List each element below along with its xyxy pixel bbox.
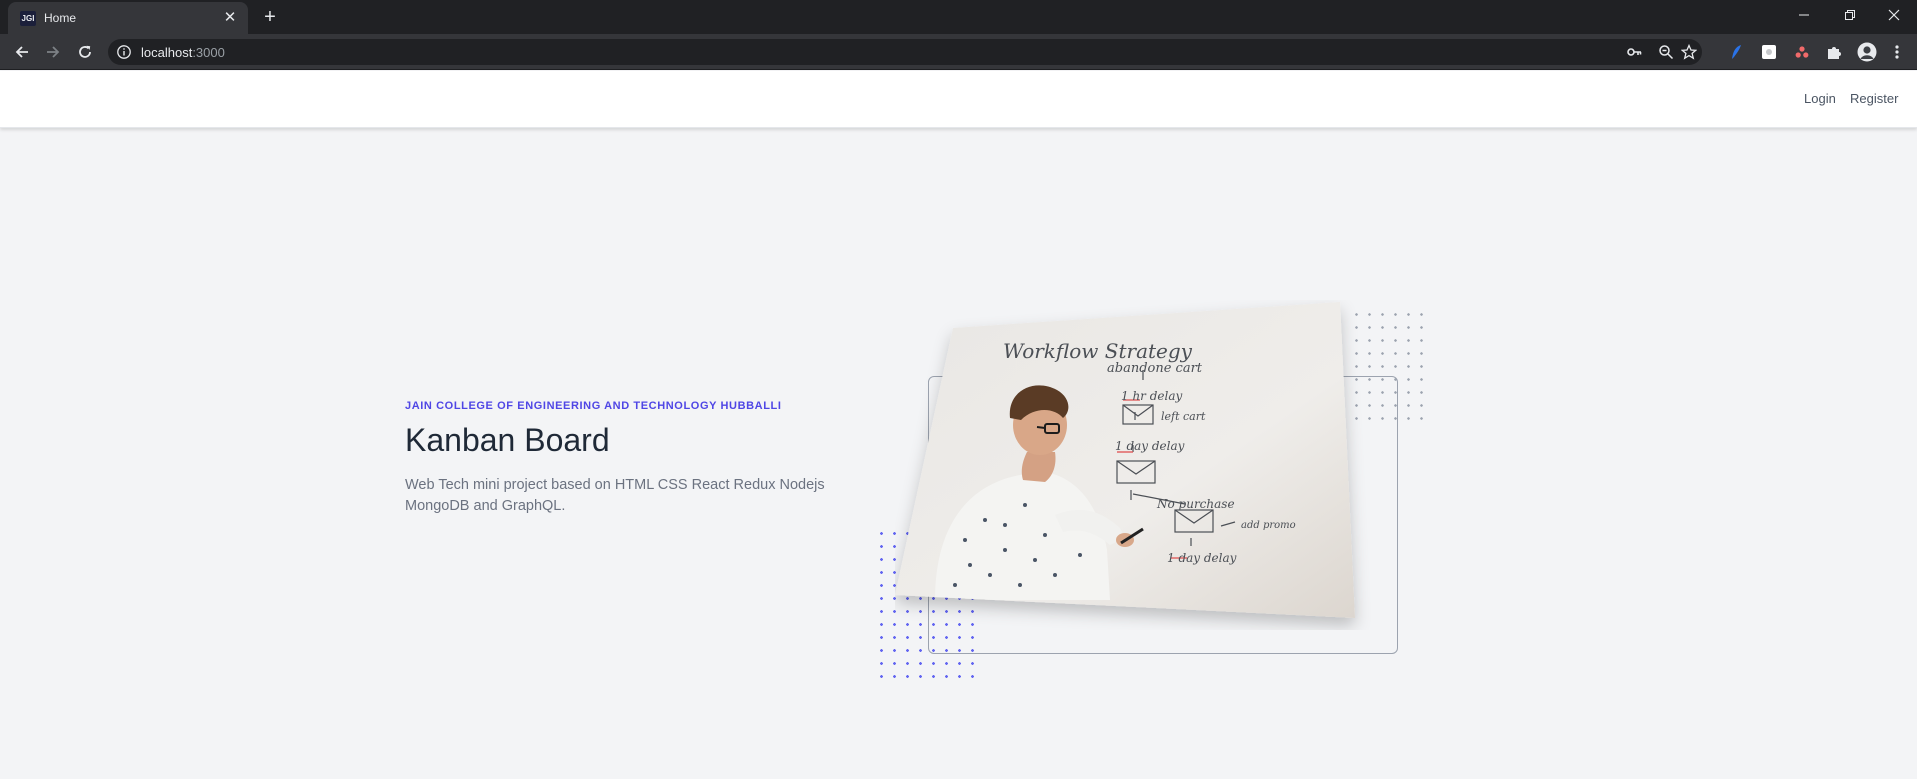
site-info-icon[interactable]: [116, 44, 132, 65]
login-link[interactable]: Login: [1804, 91, 1836, 106]
wb-step-1: abandone cart: [1107, 361, 1203, 376]
wb-step-2: 1 hr delay: [1121, 389, 1183, 403]
bookmark-star-icon[interactable]: [1680, 43, 1698, 61]
whiteboard-photo: Workflow Strategy abandone cart 1 hr del…: [895, 300, 1375, 630]
wb-step-5: No purchase: [1156, 497, 1235, 511]
extension-dots-icon[interactable]: [1792, 42, 1812, 62]
minimize-icon[interactable]: [1781, 0, 1827, 30]
hero-section: JAIN COLLEGE OF ENGINEERING AND TECHNOLO…: [405, 400, 835, 517]
restore-icon[interactable]: [1827, 0, 1873, 30]
key-icon[interactable]: [1625, 43, 1643, 61]
address-bar[interactable]: localhost:3000: [108, 39, 1702, 65]
wb-step-3: left cart: [1161, 410, 1206, 423]
hero-title: Kanban Board: [405, 422, 610, 458]
extension-square-icon[interactable]: [1759, 42, 1779, 62]
hero-illustration: Workflow Strategy abandone cart 1 hr del…: [870, 300, 1432, 690]
browser-tab-bar: JGI Home ✕ +: [0, 0, 1917, 34]
zoom-icon[interactable]: [1657, 43, 1675, 61]
wb-step-7: 1 day delay: [1167, 551, 1237, 565]
hero-eyebrow: JAIN COLLEGE OF ENGINEERING AND TECHNOLO…: [405, 400, 782, 412]
new-tab-icon[interactable]: +: [258, 5, 282, 29]
browser-tab[interactable]: JGI Home ✕: [8, 2, 248, 34]
wb-step-6: add promo: [1241, 520, 1296, 531]
tab-favicon: JGI: [20, 11, 36, 26]
site-navbar: Login Register: [0, 71, 1917, 128]
tab-close-icon[interactable]: ✕: [220, 8, 240, 28]
wb-step-4: 1 day delay: [1115, 439, 1185, 453]
browser-toolbar: localhost:3000: [0, 34, 1917, 70]
extensions-puzzle-icon[interactable]: [1824, 42, 1844, 62]
wb-title: Workflow Strategy: [1003, 339, 1193, 363]
back-icon[interactable]: [9, 39, 35, 65]
forward-icon[interactable]: [40, 39, 66, 65]
url-port: :3000: [192, 45, 225, 60]
url-host: localhost: [141, 45, 193, 60]
reload-icon[interactable]: [72, 39, 98, 65]
tab-title: Home: [44, 11, 77, 25]
close-window-icon[interactable]: [1871, 0, 1917, 30]
register-link[interactable]: Register: [1850, 91, 1898, 106]
browser-menu-icon[interactable]: [1887, 42, 1907, 62]
extension-feather-icon[interactable]: [1727, 42, 1747, 62]
url-text[interactable]: localhost:3000: [141, 45, 225, 60]
profile-avatar-icon[interactable]: [1857, 42, 1877, 62]
hero-description: Web Tech mini project based on HTML CSS …: [405, 477, 825, 514]
